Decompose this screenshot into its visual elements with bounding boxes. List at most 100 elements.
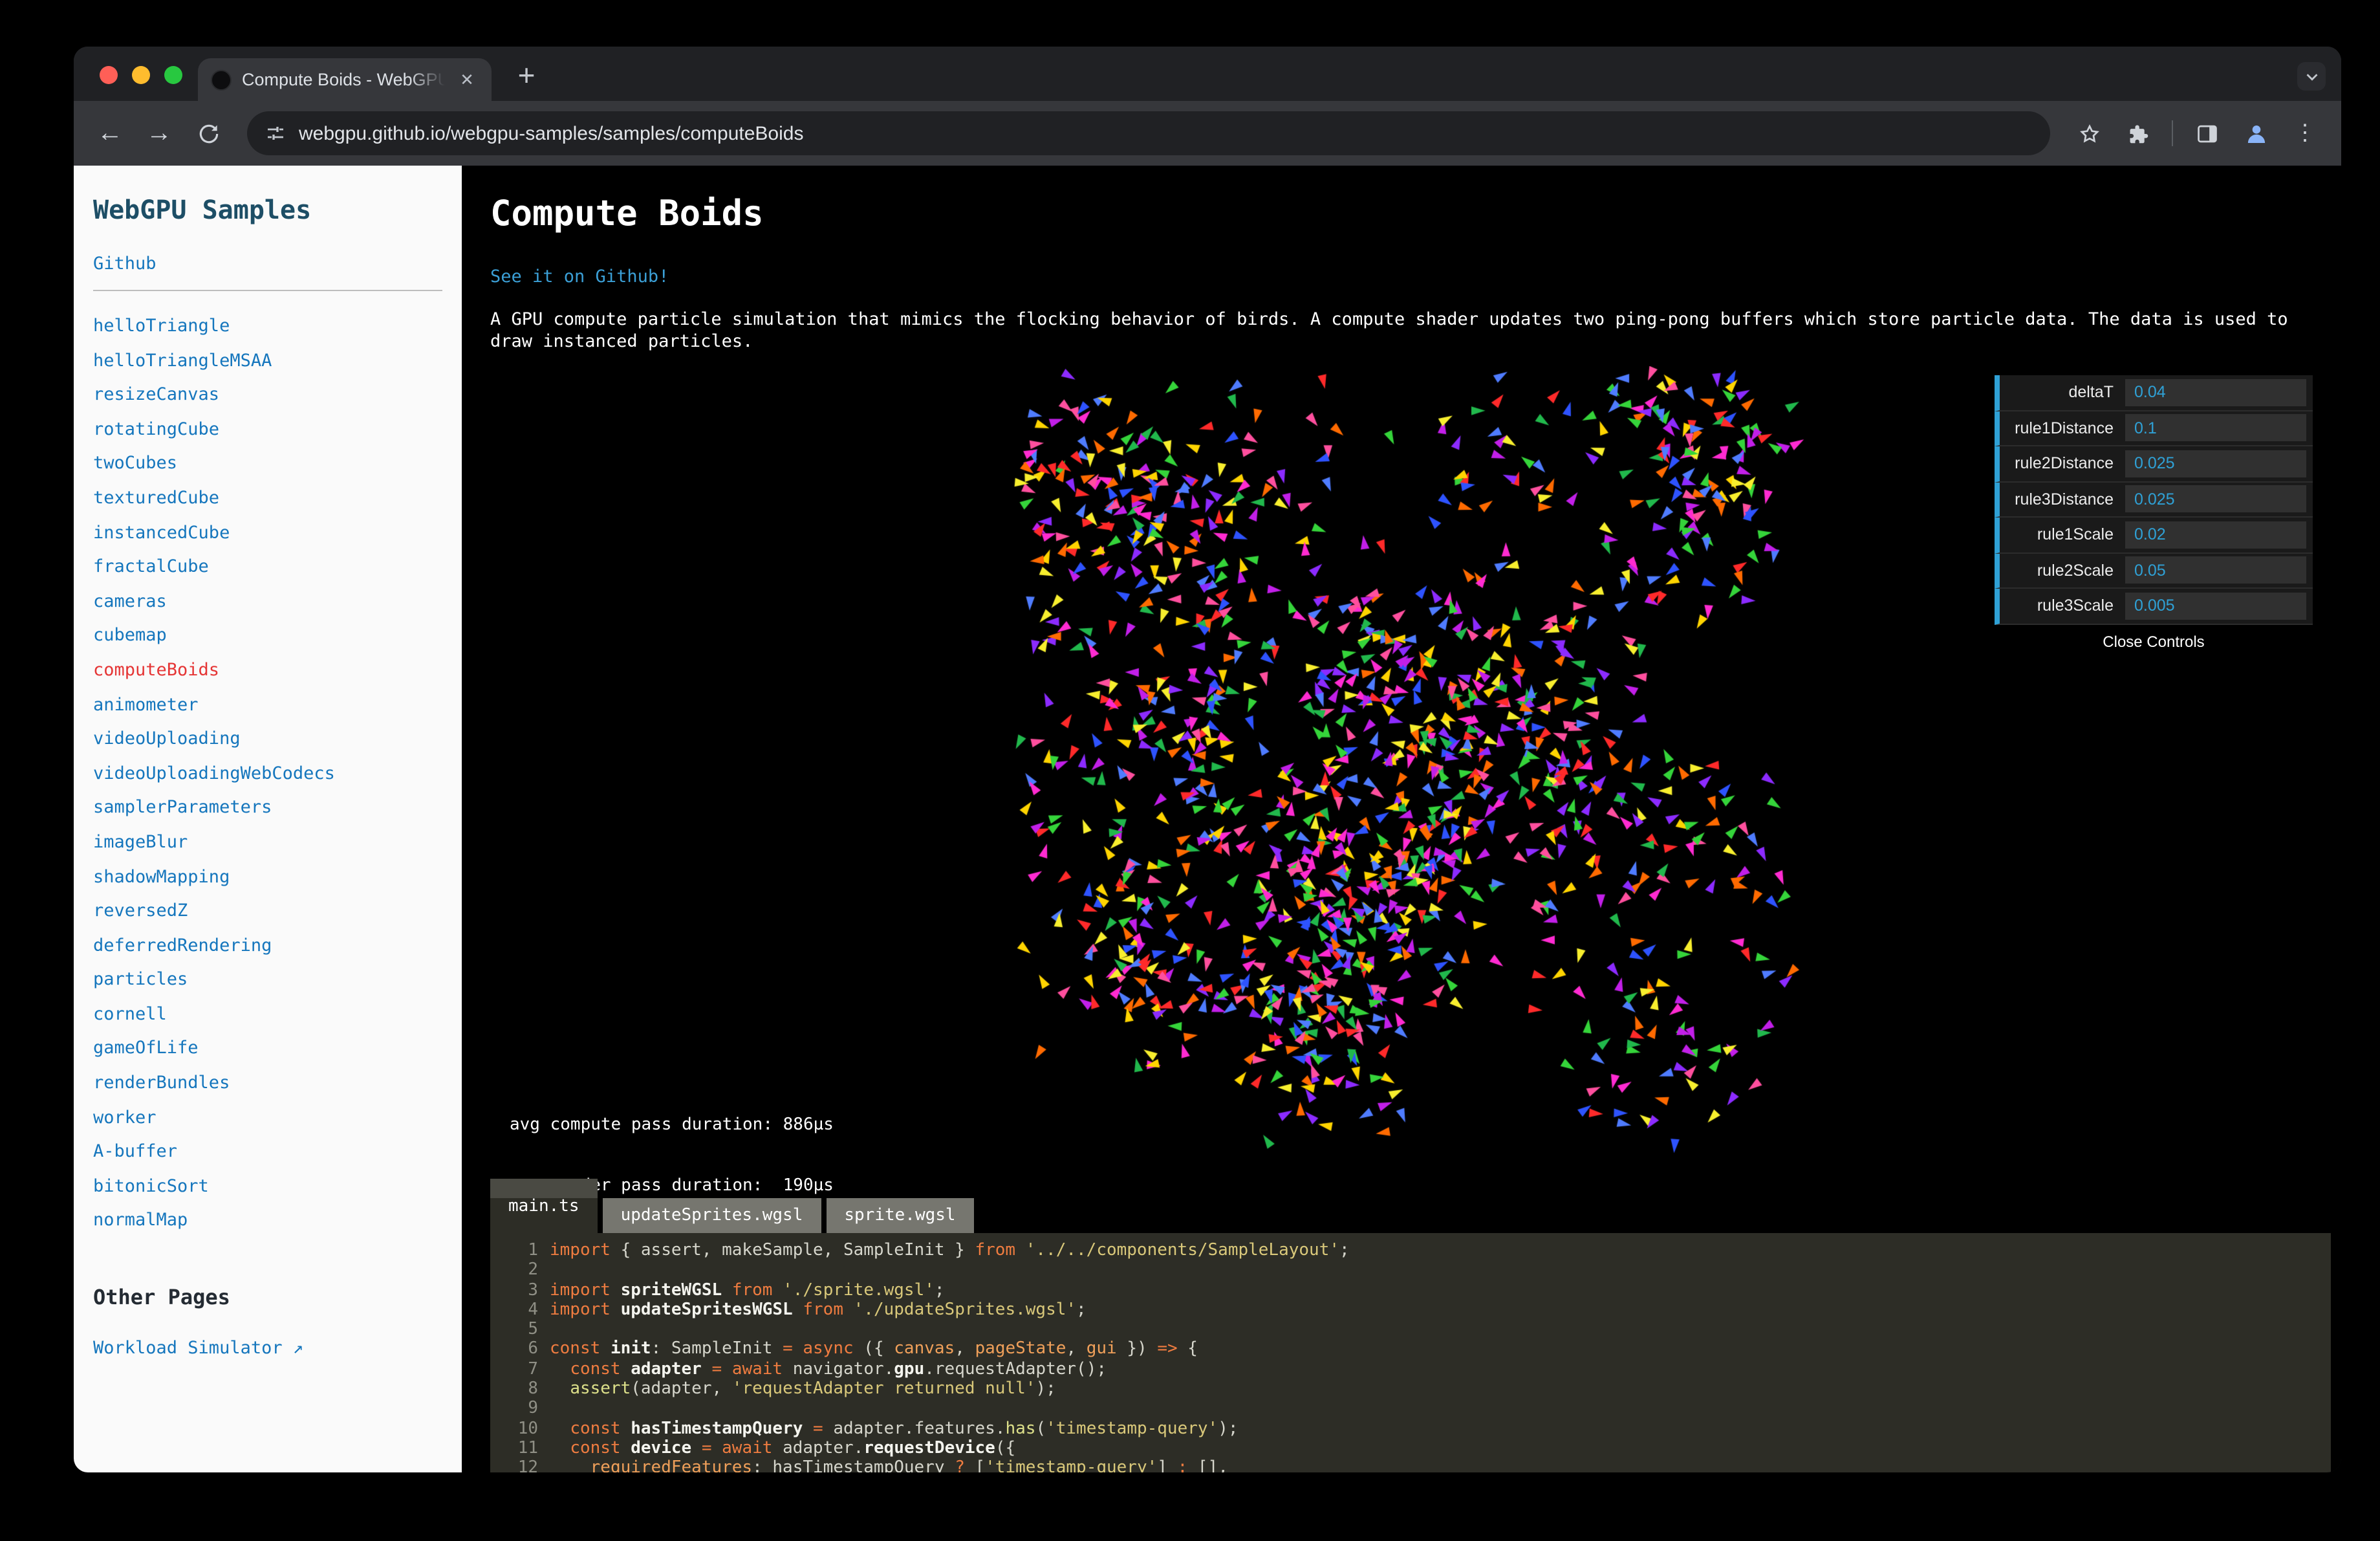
back-button[interactable]: ← [87, 110, 133, 157]
sidebar-item-particles[interactable]: particles [93, 963, 442, 998]
gui-input-rule3Distance[interactable]: 0.025 [2125, 485, 2306, 513]
sidebar-item-normalMap[interactable]: normalMap [93, 1204, 442, 1238]
site-title: WebGPU Samples [93, 194, 312, 225]
sidebar-item-helloTriangle[interactable]: helloTriangle [93, 309, 442, 344]
gui-input-rule2Distance[interactable]: 0.025 [2125, 450, 2306, 477]
sidebar-item-renderBundles[interactable]: renderBundles [93, 1066, 442, 1100]
sidebar-item-shadowMapping[interactable]: shadowMapping [93, 860, 442, 894]
gui-label-rule3Distance: rule3Distance [2015, 490, 2114, 508]
sidebar-item-videoUploadingWebCodecs[interactable]: videoUploadingWebCodecs [93, 756, 442, 791]
tab-favicon-icon [211, 69, 232, 90]
page-title: Compute Boids [490, 194, 764, 234]
sidebar-item-videoUploading[interactable]: videoUploading [93, 722, 442, 756]
browser-window: Compute Boids - WebGPU S ✕ + ← → webgpu.… [74, 47, 2341, 1472]
stat-compute-duration: avg compute pass duration: 886µs [510, 1115, 834, 1135]
sidebar-item-A-buffer[interactable]: A-buffer [93, 1135, 442, 1170]
code-line: 5 [528, 1320, 538, 1340]
code-line: 11 const device = await adapter.requestD… [517, 1438, 1016, 1458]
gui-label-rule2Distance: rule2Distance [2015, 454, 2114, 473]
site-settings-tune-icon [268, 127, 283, 140]
sidebar-item-worker[interactable]: worker [93, 1100, 442, 1135]
code-line: 8 assert(adapter, 'requestAdapter return… [528, 1379, 1056, 1399]
code-line: 6 const init: SampleInit = async ({ canva… [528, 1339, 1198, 1359]
side-panel-button[interactable] [2183, 110, 2230, 157]
gui-label-rule2Scale: rule2Scale [2037, 561, 2114, 580]
sidebar-nav: helloTriangle helloTriangleMSAA resizeCanv… [93, 309, 442, 1238]
sidebar-item-helloTriangleMSAA[interactable]: helloTriangleMSAA [93, 344, 442, 378]
dat-gui-panel: deltaT 0.04 rule1Distance 0.1 rule2Distance 0… [1995, 375, 2313, 659]
sidebar-item-cornell[interactable]: cornell [93, 998, 442, 1032]
gui-row-rule1Distance: rule1Distance 0.1 [1995, 411, 2313, 446]
tab-title: Compute Boids - WebGPU S [242, 70, 445, 89]
gui-input-rule1Scale[interactable]: 0.02 [2125, 521, 2306, 549]
see-on-github-link[interactable]: See it on Github! [490, 267, 669, 287]
profile-avatar[interactable] [2233, 110, 2279, 157]
workload-simulator-link[interactable]: Workload Simulator ↗ [93, 1338, 442, 1359]
reload-button[interactable] [185, 110, 232, 157]
tab-search-button[interactable] [2297, 62, 2326, 91]
other-pages-heading: Other Pages [93, 1285, 230, 1310]
bookmark-button[interactable] [2066, 110, 2112, 157]
url-text: webgpu.github.io/webgpu-samples/samples/… [299, 122, 804, 144]
gui-row-deltaT: deltaT 0.04 [1995, 375, 2313, 411]
sidebar-item-gameOfLife[interactable]: gameOfLife [93, 1032, 442, 1066]
star-icon [2079, 124, 2099, 142]
boids-canvas [1013, 366, 1806, 1159]
code-line: 10 const hasTimestampQuery = adapter.fea… [517, 1419, 1239, 1439]
close-controls-button[interactable]: Close Controls [1995, 624, 2313, 659]
address-bar[interactable]: webgpu.github.io/webgpu-samples/samples/… [247, 111, 2050, 155]
sidebar-item-reversedZ[interactable]: reversedZ [93, 894, 442, 928]
window-controls [100, 66, 182, 84]
gui-input-rule1Distance[interactable]: 0.1 [2125, 414, 2306, 442]
gui-input-rule3Scale[interactable]: 0.005 [2125, 592, 2306, 620]
sidebar-item-cubemap[interactable]: cubemap [93, 619, 442, 653]
sidebar-item-instancedCube[interactable]: instancedCube [93, 516, 442, 550]
page-content: WebGPU Samples Github helloTriangle hello… [74, 166, 2341, 1472]
sidebar-item-cameras[interactable]: cameras [93, 585, 442, 619]
sample-description: A GPU compute particle simulation that m… [490, 309, 2288, 352]
desktop-background: Compute Boids - WebGPU S ✕ + ← → webgpu.… [0, 0, 2380, 1541]
code-line: 2 [528, 1260, 538, 1280]
gui-label-rule1Distance: rule1Distance [2015, 419, 2114, 437]
sidebar-item-computeBoids[interactable]: computeBoids [93, 653, 442, 688]
extensions-button[interactable] [2115, 110, 2161, 157]
sidebar-item-fractalCube[interactable]: fractalCube [93, 550, 442, 584]
code-tab-sprite.wgsl[interactable]: sprite.wgsl [826, 1198, 974, 1233]
code-line: 12 requiredFeatures: hasTimestampQuery ?… [517, 1458, 1228, 1472]
sidebar-item-rotatingCube[interactable]: rotatingCube [93, 413, 442, 447]
code-tabs: main.ts updateSprites.wgsl sprite.wgsl [490, 1179, 2331, 1233]
gui-row-rule3Distance: rule3Distance 0.025 [1995, 482, 2313, 518]
gui-label-rule3Scale: rule3Scale [2037, 596, 2114, 615]
sidebar-item-texturedCube[interactable]: texturedCube [93, 481, 442, 516]
sidebar-item-samplerParameters[interactable]: samplerParameters [93, 791, 442, 825]
sidebar-item-animometer[interactable]: animometer [93, 688, 442, 722]
sidebar-divider [93, 290, 442, 291]
sidebar-github-link[interactable]: Github [93, 254, 442, 274]
gui-label-deltaT: deltaT [2068, 383, 2114, 402]
sidebar-item-twoCubes[interactable]: twoCubes [93, 447, 442, 481]
sidebar-item-resizeCanvas[interactable]: resizeCanvas [93, 378, 442, 412]
tab-close-icon[interactable]: ✕ [455, 68, 479, 91]
window-close-button[interactable] [100, 66, 118, 84]
toolbar-divider [2172, 120, 2173, 146]
code-body: 1 import { assert, makeSample, SampleInit… [490, 1233, 2331, 1472]
gui-input-deltaT[interactable]: 0.04 [2125, 378, 2306, 406]
sidebar-item-imageBlur[interactable]: imageBlur [93, 825, 442, 860]
browser-toolbar: ← → webgpu.github.io/webgpu-samples/samp… [74, 101, 2341, 166]
sidebar-item-bitonicSort[interactable]: bitonicSort [93, 1170, 442, 1204]
code-tab-main.ts[interactable]: main.ts [490, 1179, 598, 1233]
sidebar-item-deferredRendering[interactable]: deferredRendering [93, 928, 442, 963]
new-tab-button[interactable]: + [508, 57, 545, 93]
browser-tab[interactable]: Compute Boids - WebGPU S ✕ [198, 58, 492, 101]
forward-button[interactable]: → [136, 110, 182, 157]
gui-row-rule1Scale: rule1Scale 0.02 [1995, 518, 2313, 553]
gui-row-rule3Scale: rule3Scale 0.005 [1995, 589, 2313, 624]
sidebar: WebGPU Samples Github helloTriangle hello… [74, 166, 462, 1472]
gui-input-rule2Scale[interactable]: 0.05 [2125, 556, 2306, 584]
window-minimize-button[interactable] [132, 66, 150, 84]
chevron-down-icon [2306, 73, 2317, 80]
code-tab-updateSprites.wgsl[interactable]: updateSprites.wgsl [602, 1198, 821, 1233]
menu-button[interactable]: ⋮ [2282, 110, 2328, 157]
person-icon [2247, 125, 2265, 142]
window-zoom-button[interactable] [164, 66, 182, 84]
